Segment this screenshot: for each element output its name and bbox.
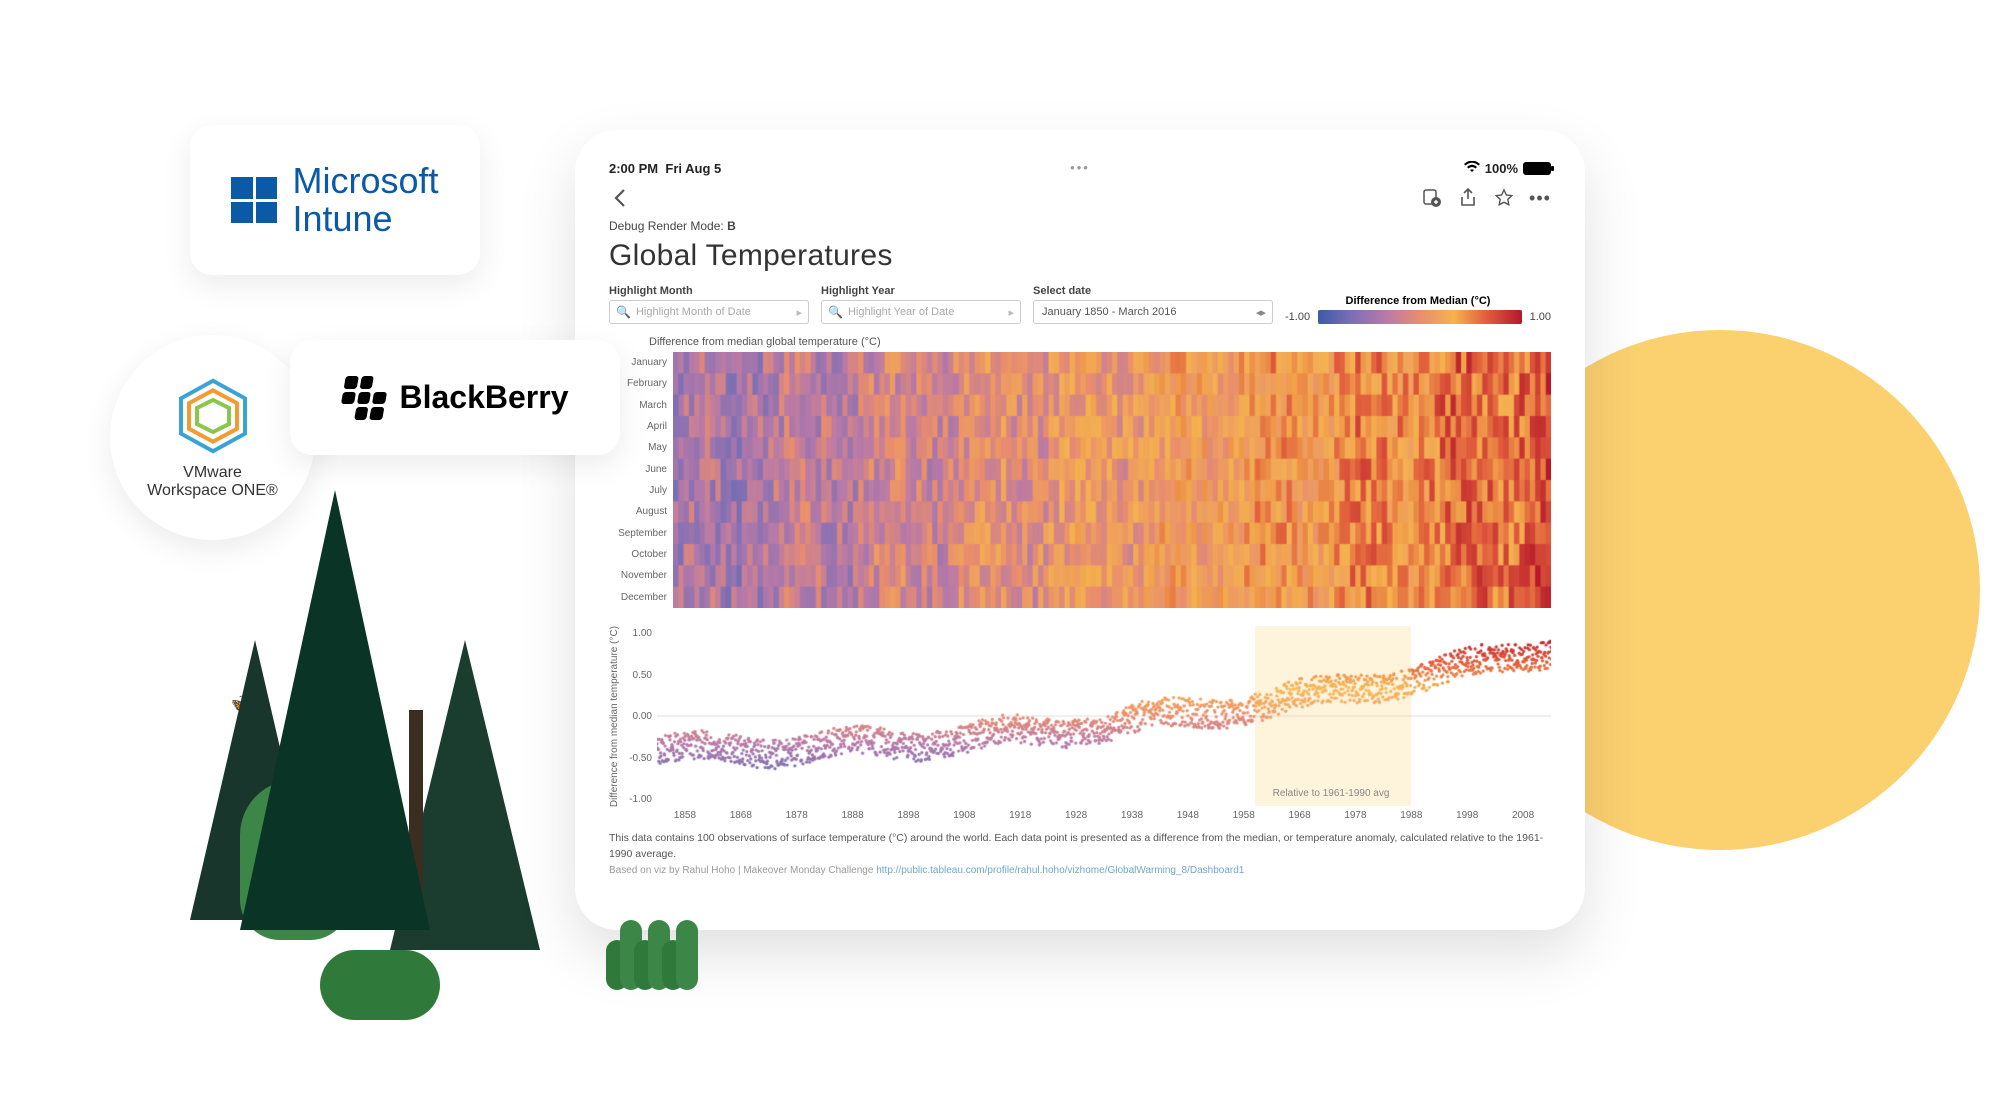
app-toolbar: ••• (609, 181, 1551, 215)
vmware-line2: Workspace ONE® (147, 482, 278, 500)
favorite-icon[interactable] (1493, 187, 1515, 209)
x-tick: 1888 (825, 810, 881, 821)
x-tick: 1928 (1048, 810, 1104, 821)
search-icon: 🔍 (828, 305, 843, 319)
x-tick: 1958 (1216, 810, 1272, 821)
x-tick: 1868 (713, 810, 769, 821)
more-icon[interactable]: ••• (1529, 187, 1551, 209)
heatmap-title: Difference from median global temperatur… (649, 336, 1551, 348)
reference-period-band (1255, 626, 1411, 806)
status-date: Fri Aug 5 (665, 161, 721, 176)
x-tick: 1878 (769, 810, 825, 821)
legend-min: -1.00 (1285, 311, 1310, 323)
vmware-line1: VMware (183, 464, 242, 482)
logo-vmware-workspace-one: VMware Workspace ONE® (110, 335, 315, 540)
month-label: September (609, 523, 673, 544)
x-tick: 1908 (936, 810, 992, 821)
slider-handle-icon: ◂ ▸ (1256, 306, 1264, 319)
status-time: 2:00 PM (609, 161, 658, 176)
x-tick: 1918 (992, 810, 1048, 821)
highlight-month-input[interactable]: 🔍Highlight Month of Date▸ (609, 300, 809, 324)
month-label: October (609, 544, 673, 565)
highlight-year-input[interactable]: 🔍Highlight Year of Date▸ (821, 300, 1021, 324)
back-button[interactable] (609, 187, 631, 209)
footnote-link[interactable]: http://public.tableau.com/profile/rahul.… (876, 865, 1244, 876)
y-tick: -1.00 (623, 794, 652, 805)
month-label: July (609, 480, 673, 501)
intune-line2: Intune (292, 200, 438, 238)
x-tick: 1898 (881, 810, 937, 821)
y-tick: -0.50 (623, 753, 652, 764)
highlight-month-label: Highlight Month (609, 285, 809, 297)
month-label: June (609, 459, 673, 480)
scatter-y-label: Difference from median temperature (°C) (609, 626, 623, 807)
reference-period-label: Relative to 1961-1990 avg (1273, 788, 1390, 799)
filter-icon[interactable] (1421, 187, 1443, 209)
trees-decoration: 🦋 (190, 490, 550, 940)
x-tick: 1858 (657, 810, 713, 821)
select-date-label: Select date (1033, 285, 1273, 297)
footnote-main: This data contains 100 observations of s… (609, 831, 1551, 863)
logo-microsoft-intune: MicrosoftIntune (190, 125, 480, 275)
legend-gradient (1318, 310, 1522, 324)
legend-max: 1.00 (1530, 311, 1551, 323)
y-tick: 0.50 (623, 670, 652, 681)
drag-handle-icon: ••• (609, 160, 1551, 175)
x-tick: 1988 (1383, 810, 1439, 821)
footnote-attribution: Based on viz by Rahul Hoho | Makeover Mo… (609, 865, 873, 876)
x-tick: 1978 (1328, 810, 1384, 821)
search-icon: 🔍 (616, 305, 631, 319)
scatter-y-ticks: 1.00 0.50 0.00 -0.50 -1.00 (623, 626, 657, 807)
shrub-decoration (610, 920, 694, 995)
legend-label: Difference from Median (°C) (1285, 295, 1551, 307)
status-battery-pct: 100% (1485, 161, 1518, 176)
x-tick: 1948 (1160, 810, 1216, 821)
color-legend: -1.00 1.00 (1285, 310, 1551, 324)
logo-blackberry: BlackBerry (290, 340, 620, 455)
y-tick: 0.00 (623, 711, 652, 722)
dashboard-title: Global Temperatures (609, 239, 1551, 273)
blackberry-icon (338, 376, 390, 420)
highlight-year-label: Highlight Year (821, 285, 1021, 297)
intune-line1: Microsoft (292, 162, 438, 200)
vmware-hex-icon (173, 376, 253, 456)
debug-mode-label: Debug Render Mode: B (609, 219, 1551, 233)
scatter-x-ticks: 1858186818781888189819081918192819381948… (657, 810, 1551, 821)
month-label: December (609, 587, 673, 608)
y-tick: 1.00 (623, 628, 652, 639)
tablet-device: 2:00 PM Fri Aug 5 100% ••• ••• Debug Ren… (575, 130, 1585, 930)
share-icon[interactable] (1457, 187, 1479, 209)
footnote: This data contains 100 observations of s… (609, 831, 1551, 878)
date-range-slider[interactable]: January 1850 - March 2016◂ ▸ (1033, 300, 1273, 324)
heatmap-chart[interactable] (673, 352, 1551, 608)
blackberry-text: BlackBerry (400, 379, 569, 416)
x-tick: 2008 (1495, 810, 1551, 821)
x-tick: 1938 (1104, 810, 1160, 821)
scatter-chart[interactable] (657, 626, 1551, 806)
wifi-icon (1464, 161, 1480, 176)
month-label: November (609, 565, 673, 586)
battery-icon (1523, 162, 1551, 175)
x-tick: 1998 (1439, 810, 1495, 821)
windows-icon (231, 177, 277, 223)
x-tick: 1968 (1272, 810, 1328, 821)
month-label: August (609, 501, 673, 522)
